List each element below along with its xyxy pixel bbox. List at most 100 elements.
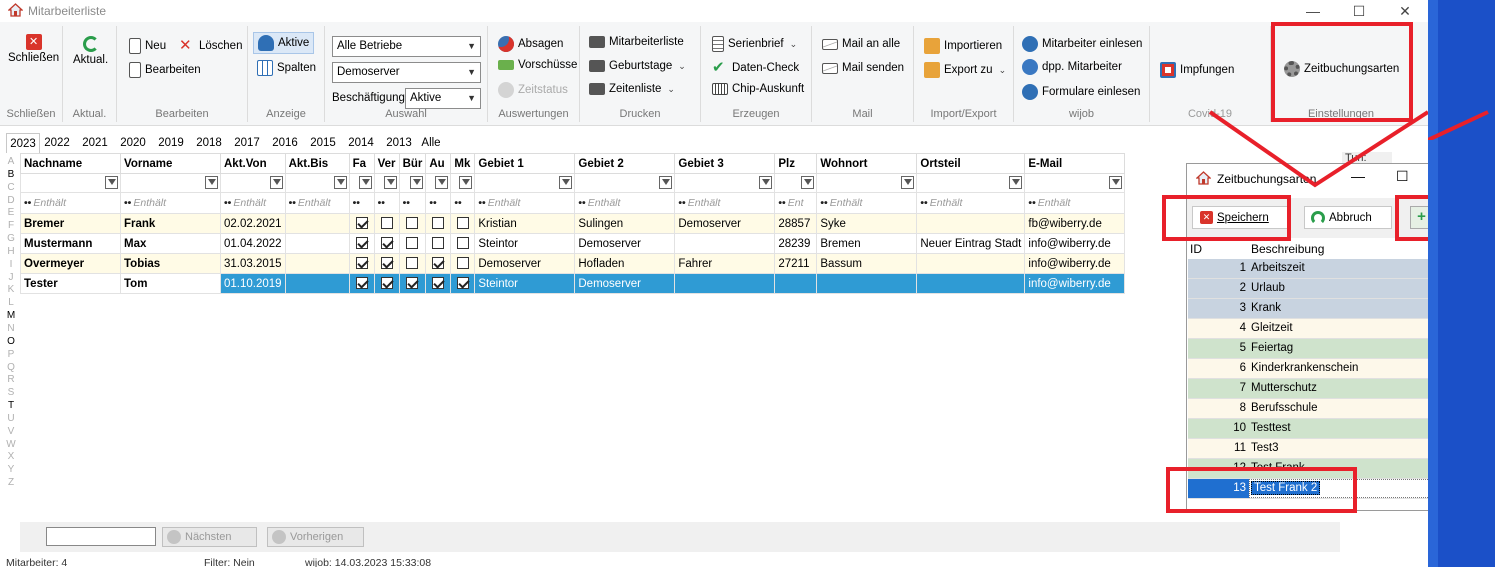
checkbox[interactable] — [406, 237, 419, 250]
filter-cell[interactable] — [474, 173, 576, 193]
alpha-u[interactable]: U — [4, 413, 18, 426]
alpha-n[interactable]: N — [4, 323, 18, 336]
year-tab-2014[interactable]: 2014 — [340, 133, 382, 153]
alpha-c[interactable]: C — [4, 182, 18, 195]
mailsenden-button[interactable]: Mail senden — [822, 62, 904, 74]
alpha-s[interactable]: S — [4, 387, 18, 400]
filter-cell[interactable] — [450, 173, 476, 193]
checkbox[interactable] — [355, 237, 368, 250]
checkbox[interactable] — [432, 277, 445, 290]
alpha-o[interactable]: O — [4, 336, 18, 349]
contains-cell[interactable]: •• Enthält — [120, 192, 221, 214]
contains-cell[interactable]: •• — [450, 192, 476, 214]
filter-icon[interactable] — [269, 176, 283, 189]
alpha-a[interactable]: A — [4, 156, 18, 169]
alpha-h[interactable]: H — [4, 246, 18, 259]
list-item[interactable]: 4 Gleitzeit — [1188, 319, 1428, 339]
server-select[interactable]: Demoserver ▼ — [332, 62, 481, 83]
column-header[interactable]: Ortsteil — [916, 153, 1026, 174]
search-input[interactable] — [46, 527, 156, 546]
alpha-x[interactable]: X — [4, 451, 18, 464]
filter-cell[interactable] — [398, 173, 427, 193]
filter-cell[interactable] — [120, 173, 221, 193]
contains-cell[interactable]: •• Enthält — [220, 192, 286, 214]
checkbox[interactable] — [432, 257, 445, 270]
schliessen-button[interactable]: ✕ Schließen — [8, 34, 59, 64]
list-item[interactable]: 8 Berufsschule — [1188, 399, 1428, 419]
filter-icon[interactable] — [333, 176, 347, 189]
alpha-y[interactable]: Y — [4, 464, 18, 477]
filter-icon[interactable] — [358, 176, 372, 189]
filter-cell[interactable] — [916, 173, 1026, 193]
filter-cell[interactable] — [674, 173, 776, 193]
year-tab-2022[interactable]: 2022 — [36, 133, 78, 153]
filter-icon[interactable] — [410, 176, 424, 189]
absagen-button[interactable]: Absagen — [498, 36, 563, 52]
alpha-f[interactable]: F — [4, 220, 18, 233]
filter-icon[interactable] — [435, 176, 449, 189]
list-item[interactable]: 11 Test3 — [1188, 439, 1428, 459]
impfungen-button[interactable]: Impfungen — [1160, 62, 1234, 78]
filter-cell[interactable] — [20, 173, 121, 193]
filter-icon[interactable] — [1009, 176, 1023, 189]
geburtstage-button[interactable]: Geburtstage ⌄ — [589, 60, 686, 72]
list-item[interactable]: 3 Krank — [1188, 299, 1428, 319]
contains-cell[interactable]: •• — [348, 192, 375, 214]
column-header[interactable]: Nachname — [20, 153, 121, 174]
zeitstatus-button[interactable]: Zeitstatus — [498, 82, 568, 98]
column-header[interactable]: Gebiet 1 — [474, 153, 576, 174]
filter-icon[interactable] — [801, 176, 815, 189]
column-header[interactable]: Akt.Bis — [284, 153, 350, 174]
exportzu-button[interactable]: Export zu ⌄ — [924, 62, 1006, 78]
speichern-button[interactable]: ✕ Speichern — [1192, 206, 1288, 229]
column-header[interactable]: Vorname — [120, 153, 221, 174]
chipauskunft-button[interactable]: Chip-Auskunft — [712, 83, 804, 95]
alpha-e[interactable]: E — [4, 207, 18, 220]
checkbox[interactable] — [380, 217, 393, 230]
year-tab-2018[interactable]: 2018 — [188, 133, 230, 153]
table-row[interactable]: Tester Tom 01.10.2019 Steintor Demoserver inf… — [20, 273, 1126, 294]
close-window-button[interactable]: ✕ — [1382, 0, 1428, 22]
alpha-l[interactable]: L — [4, 297, 18, 310]
add-row-button[interactable]: + — [1410, 206, 1428, 229]
column-header[interactable]: E-Mail — [1024, 153, 1126, 174]
dppmitarbeiter-button[interactable]: dpp. Mitarbeiter — [1022, 59, 1122, 75]
alpha-m[interactable]: M — [4, 310, 18, 323]
list-item[interactable]: 5 Feiertag — [1188, 339, 1428, 359]
maximize-button[interactable]: ☐ — [1336, 0, 1382, 22]
filter-cell[interactable] — [348, 173, 375, 193]
column-header[interactable]: Fa — [348, 153, 375, 174]
beschaeftigung-select[interactable]: Aktive ▼ — [405, 88, 481, 109]
column-header[interactable]: Plz — [774, 153, 818, 174]
vorherigen-button[interactable]: Vorherigen — [267, 527, 364, 547]
table-row[interactable]: Bremer Frank 02.02.2021 Kristian Sulingen Dem… — [20, 213, 1126, 234]
column-header[interactable]: Wohnort — [816, 153, 918, 174]
loeschen-button[interactable]: ✕ Löschen — [179, 38, 242, 54]
serienbrief-button[interactable]: Serienbrief ⌄ — [712, 36, 797, 52]
contains-cell[interactable]: •• Enthält — [916, 192, 1026, 214]
contains-cell[interactable]: •• Ent — [774, 192, 818, 214]
year-tab-2017[interactable]: 2017 — [226, 133, 268, 153]
formulareeinlesen-button[interactable]: Formulare einlesen — [1022, 84, 1140, 100]
checkbox[interactable] — [380, 277, 393, 290]
importieren-button[interactable]: Importieren — [924, 38, 1002, 54]
filter-icon[interactable] — [759, 176, 773, 189]
zeitenliste-button[interactable]: Zeitenliste ⌄ — [589, 83, 675, 95]
checkbox[interactable] — [355, 277, 368, 290]
filter-icon[interactable] — [459, 176, 473, 189]
column-header[interactable]: Mk — [450, 153, 476, 174]
filter-icon[interactable] — [383, 176, 397, 189]
alpha-v[interactable]: V — [4, 426, 18, 439]
contains-cell[interactable]: •• — [373, 192, 400, 214]
checkbox[interactable] — [456, 277, 469, 290]
year-tab-alle[interactable]: Alle — [416, 133, 446, 153]
list-item[interactable]: 7 Mutterschutz — [1188, 379, 1428, 399]
year-tab-2021[interactable]: 2021 — [74, 133, 116, 153]
contains-cell[interactable]: •• Enthält — [674, 192, 776, 214]
list-item[interactable]: 1 Arbeitszeit — [1188, 259, 1428, 279]
bearbeiten-button[interactable]: Bearbeiten — [129, 62, 201, 78]
checkbox[interactable] — [355, 257, 368, 270]
contains-cell[interactable]: •• Enthält — [474, 192, 576, 214]
filter-cell[interactable] — [1024, 173, 1126, 193]
list-item[interactable]: 6 Kinderkrankenschein — [1188, 359, 1428, 379]
